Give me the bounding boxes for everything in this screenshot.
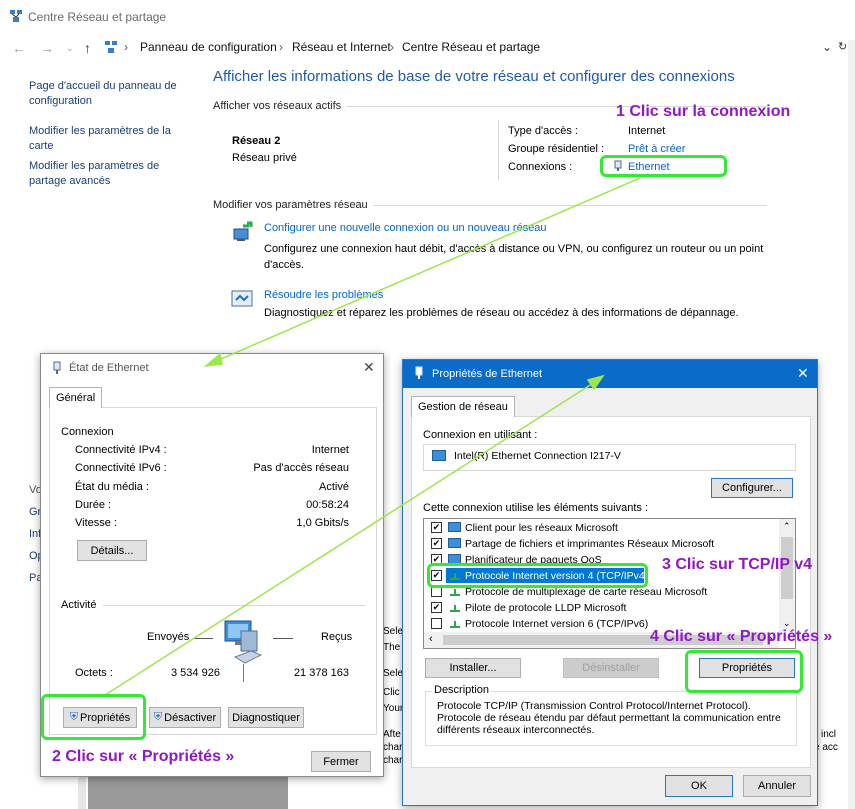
highlight-props-properties: [685, 650, 803, 693]
arrow-step2-to-props: [101, 379, 599, 698]
annotation-step3: 3 Clic sur TCP/IP v4: [662, 556, 812, 573]
arrow-head: [203, 352, 223, 368]
highlight-status-properties: [41, 694, 146, 740]
annotation-step2: 2 Clic sur « Propriétés »: [52, 748, 235, 765]
arrow-step1-to-dialog: [213, 177, 641, 363]
highlight-tcp-ipv4: [427, 563, 648, 588]
highlight-ethernet-link: [600, 155, 727, 177]
annotation-step4: 4 Clic sur « Propriétés »: [650, 628, 833, 645]
arrow-head: [586, 374, 605, 391]
annotation-step1: 1 Clic sur la connexion: [616, 103, 791, 120]
